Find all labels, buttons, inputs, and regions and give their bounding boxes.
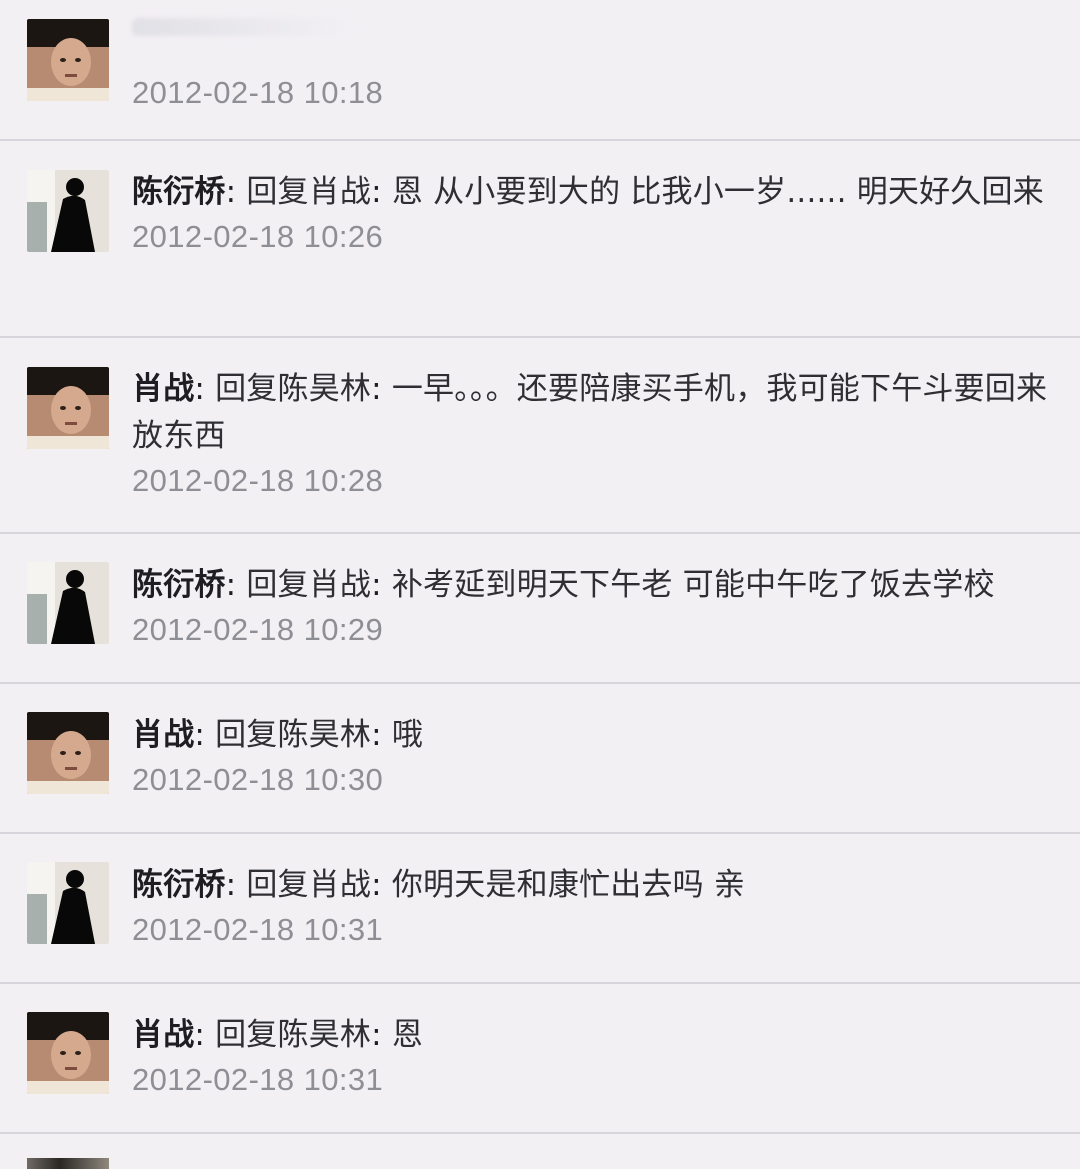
author-separator: :	[194, 717, 216, 753]
portrait-avatar-icon	[27, 19, 109, 101]
avatar[interactable]	[27, 712, 109, 794]
comment-body: 你明天是和康忙出去吗 亲	[391, 867, 746, 903]
comment-text: 肖战: 回复陈昊林: 哦	[132, 712, 1054, 759]
reply-separator: :	[371, 1017, 392, 1053]
comment-item: 肖战: 回复陈昊林: 一早。。。还要陪康买手机，我可能下午斗要回来放东西 201…	[0, 338, 1080, 534]
reply-label[interactable]: 回复陈昊林	[215, 1017, 371, 1053]
comment-body: 恩	[391, 1017, 424, 1053]
author-separator: :	[225, 867, 247, 903]
silhouette-avatar-icon	[27, 170, 109, 252]
comment-author[interactable]: 陈衍桥	[132, 567, 226, 603]
comment-feed: 2012-02-18 10:18 陈衍桥: 回复肖战: 恩 从小要到大的 比我小…	[0, 0, 1080, 1169]
faded-text	[132, 18, 352, 36]
reply-separator: :	[371, 174, 392, 210]
comment-item: 陈衍桥: 回复肖战: 补考延到明天下午老 可能中午吃了饭去学校 2012-02-…	[0, 534, 1080, 684]
comment-text: 肖战: 回复陈昊林: 恩	[132, 1012, 1054, 1059]
reply-label[interactable]: 回复肖战	[246, 174, 371, 210]
reply-label[interactable]: 回复陈昊林	[215, 371, 371, 407]
reply-label[interactable]: 回复肖战	[246, 567, 371, 603]
timestamp: 2012-02-18 10:18	[132, 75, 384, 110]
comment-text: 陈衍桥: 回复肖战: 恩 从小要到大的 比我小一岁...... 明天好久回来	[132, 169, 1054, 216]
comment-item: 肖战: 回复陈昊林: 哦 2012-02-18 10:30	[0, 684, 1080, 834]
timestamp: 2012-02-18 10:28	[132, 463, 384, 498]
portrait-avatar-icon	[27, 1012, 109, 1094]
avatar[interactable]	[27, 367, 109, 449]
comment-author[interactable]: 肖战	[132, 1017, 194, 1053]
timestamp: 2012-02-18 10:31	[132, 912, 384, 947]
comment-author[interactable]: 肖战	[132, 717, 194, 753]
next-comment-peek	[0, 1156, 1080, 1169]
author-separator: :	[225, 567, 247, 603]
comment-text: 陈衍桥: 回复肖战: 补考延到明天下午老 可能中午吃了饭去学校	[132, 562, 1054, 609]
reply-label[interactable]: 回复陈昊林	[215, 717, 371, 753]
timestamp: 2012-02-18 10:30	[132, 762, 384, 797]
timestamp: 2012-02-18 10:26	[132, 219, 384, 254]
comment-text: 陈衍桥: 回复肖战: 你明天是和康忙出去吗 亲	[132, 862, 1054, 909]
comment-item: 陈衍桥: 回复肖战: 你明天是和康忙出去吗 亲 2012-02-18 10:31	[0, 834, 1080, 984]
timestamp: 2012-02-18 10:29	[132, 612, 384, 647]
reply-separator: :	[371, 567, 392, 603]
portrait-avatar-icon	[27, 712, 109, 794]
reply-label[interactable]: 回复肖战	[246, 867, 371, 903]
reply-separator: :	[371, 867, 392, 903]
comment-item: 2012-02-18 10:18	[0, 0, 1080, 141]
portrait-avatar-icon	[27, 367, 109, 449]
avatar[interactable]	[27, 1012, 109, 1094]
comment-item: 肖战: 回复陈昊林: 恩 2012-02-18 10:31	[0, 984, 1080, 1134]
avatar[interactable]	[27, 170, 109, 252]
comment-body: 补考延到明天下午老 可能中午吃了饭去学校	[391, 567, 995, 603]
avatar[interactable]	[27, 19, 109, 101]
silhouette-avatar-icon	[27, 562, 109, 644]
author-separator: :	[225, 174, 247, 210]
comment-author[interactable]: 肖战	[132, 371, 194, 407]
comment-body: 恩 从小要到大的 比我小一岁...... 明天好久回来	[391, 174, 1044, 210]
timestamp: 2012-02-18 10:31	[132, 1062, 384, 1097]
comment-text: 肖战: 回复陈昊林: 一早。。。还要陪康买手机，我可能下午斗要回来放东西	[132, 366, 1054, 460]
comment-author[interactable]: 陈衍桥	[132, 867, 226, 903]
comment-author[interactable]: 陈衍桥	[132, 174, 226, 210]
comment-item: 陈衍桥: 回复肖战: 恩 从小要到大的 比我小一岁...... 明天好久回来 2…	[0, 141, 1080, 338]
avatar[interactable]	[27, 862, 109, 944]
reply-separator: :	[371, 717, 392, 753]
author-separator: :	[194, 1017, 216, 1053]
avatar[interactable]	[27, 562, 109, 644]
author-separator: :	[194, 371, 216, 407]
avatar	[27, 1158, 109, 1169]
silhouette-avatar-icon	[27, 862, 109, 944]
comment-body: 哦	[391, 717, 424, 753]
reply-separator: :	[371, 371, 392, 407]
